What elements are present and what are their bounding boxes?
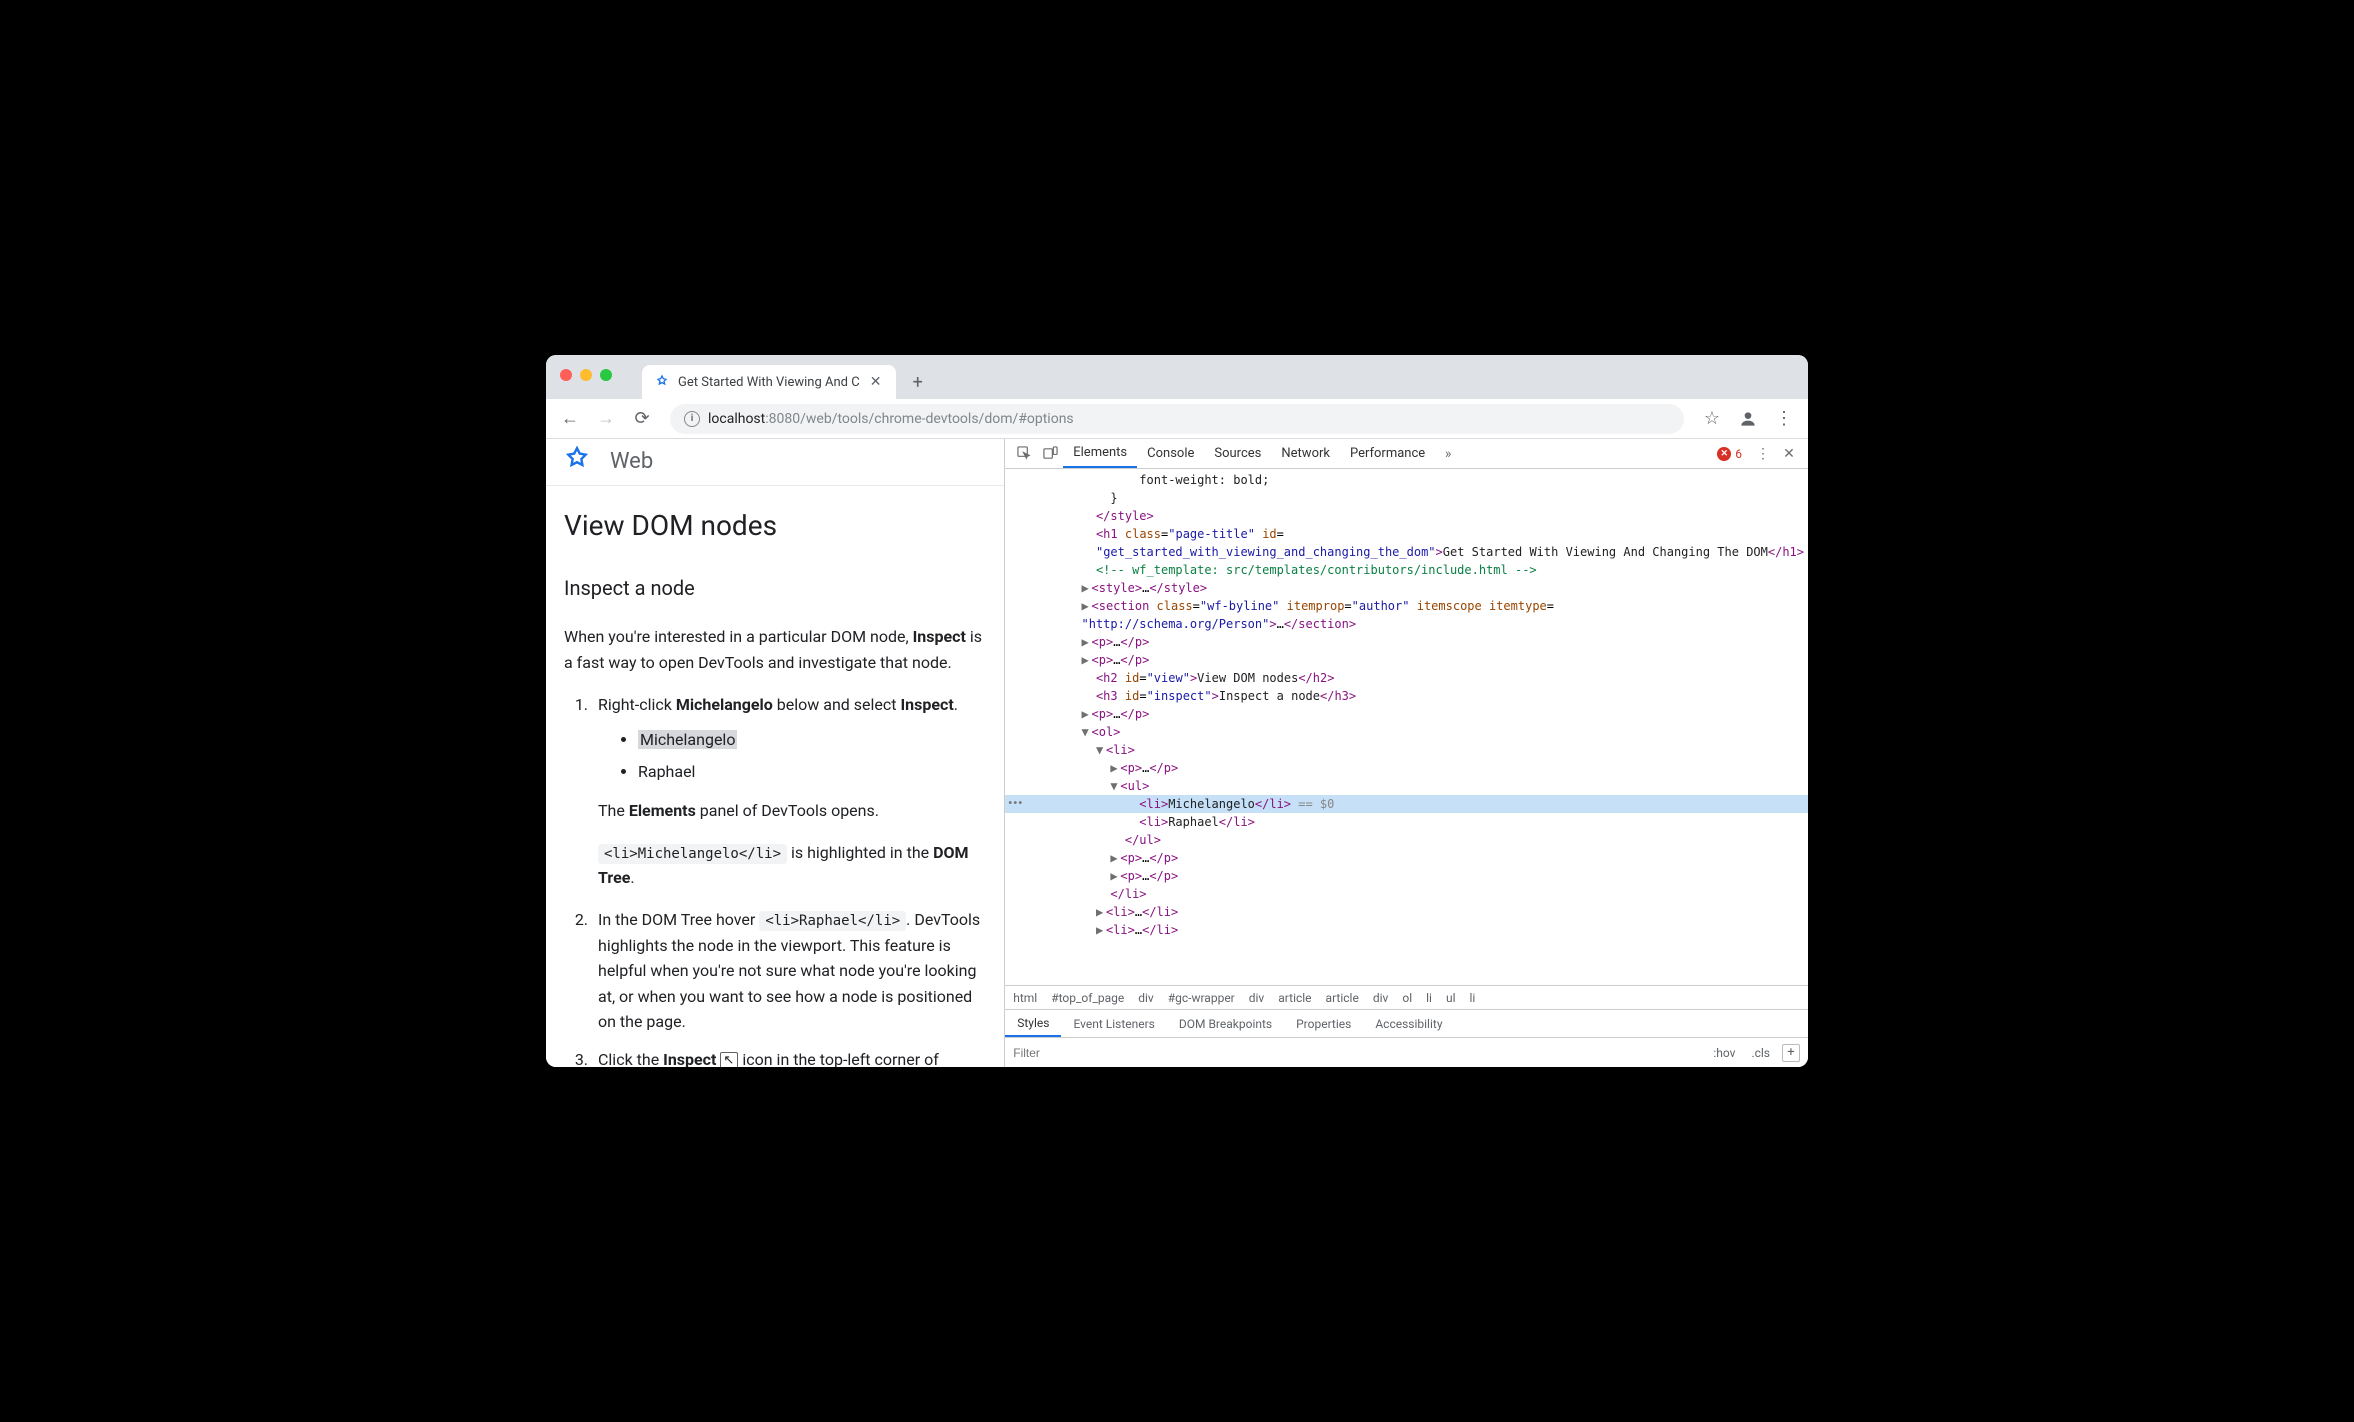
device-toolbar-button[interactable]	[1037, 446, 1063, 461]
error-icon: ✕	[1717, 447, 1731, 461]
site-logo-icon	[564, 446, 590, 478]
inspect-element-button[interactable]	[1011, 446, 1037, 461]
dom-tree[interactable]: font-weight: bold; } </style> <h1 class=…	[1005, 469, 1808, 985]
step-3: Click the Inspect icon in the top-left c…	[592, 1047, 986, 1067]
site-info-icon[interactable]: i	[684, 411, 700, 427]
browser-window: Get Started With Viewing And C ✕ + ← → ⟳…	[546, 355, 1808, 1067]
profile-button[interactable]	[1732, 403, 1764, 435]
close-tab-button[interactable]: ✕	[868, 374, 884, 390]
tab-network[interactable]: Network	[1271, 439, 1340, 468]
browser-tab[interactable]: Get Started With Viewing And C ✕	[642, 365, 896, 399]
browser-menu-button[interactable]: ⋮	[1768, 403, 1800, 435]
crumb[interactable]: article	[1278, 991, 1311, 1005]
step-1-note-a: The Elements panel of DevTools opens.	[598, 798, 986, 824]
subtab-event-listeners[interactable]: Event Listeners	[1061, 1010, 1166, 1037]
more-tabs-button[interactable]: »	[1435, 446, 1461, 462]
bookmark-button[interactable]: ☆	[1696, 403, 1728, 435]
article-h1: View DOM nodes	[564, 504, 986, 549]
close-window-button[interactable]	[560, 369, 572, 381]
breadcrumb-trail[interactable]: html #top_of_page div #gc-wrapper div ar…	[1005, 985, 1808, 1009]
favicon-icon	[654, 374, 670, 390]
crumb[interactable]: div	[1373, 991, 1389, 1005]
inspect-icon	[720, 1052, 738, 1067]
tab-performance[interactable]: Performance	[1340, 439, 1435, 468]
devtools-panel: Elements Console Sources Network Perform…	[1004, 439, 1808, 1067]
tab-title: Get Started With Viewing And C	[678, 375, 860, 390]
maximize-window-button[interactable]	[600, 369, 612, 381]
crumb[interactable]: #top_of_page	[1051, 991, 1124, 1005]
forward-button[interactable]: →	[590, 403, 622, 435]
window-controls	[560, 369, 612, 381]
cls-toggle[interactable]: .cls	[1747, 1046, 1774, 1060]
crumb[interactable]: ol	[1402, 991, 1412, 1005]
content-area: Web View DOM nodes Inspect a node When y…	[546, 439, 1808, 1067]
url-text: localhost:8080/web/tools/chrome-devtools…	[708, 411, 1074, 427]
back-button[interactable]: ←	[554, 403, 586, 435]
reload-button[interactable]: ⟳	[626, 403, 658, 435]
browser-toolbar: ← → ⟳ i localhost:8080/web/tools/chrome-…	[546, 399, 1808, 439]
steps-list: Right-click Michelangelo below and selec…	[564, 692, 986, 1068]
tab-strip: Get Started With Viewing And C ✕ +	[546, 355, 1808, 399]
devtools-menu-button[interactable]: ⋮	[1750, 446, 1776, 462]
site-name: Web	[610, 449, 653, 474]
styles-filter-input[interactable]	[1013, 1046, 1701, 1060]
crumb[interactable]: li	[1426, 991, 1432, 1005]
minimize-window-button[interactable]	[580, 369, 592, 381]
tab-sources[interactable]: Sources	[1204, 439, 1271, 468]
error-count: 6	[1735, 447, 1742, 461]
example-list: Michelangelo Raphael	[598, 727, 986, 784]
crumb[interactable]: div	[1249, 991, 1265, 1005]
example-item-michelangelo[interactable]: Michelangelo	[638, 727, 986, 753]
error-badge[interactable]: ✕ 6	[1709, 447, 1750, 461]
tab-console[interactable]: Console	[1137, 439, 1204, 468]
styles-subtabs: Styles Event Listeners DOM Breakpoints P…	[1005, 1009, 1808, 1037]
crumb[interactable]: ul	[1446, 991, 1456, 1005]
subtab-styles[interactable]: Styles	[1005, 1010, 1061, 1037]
crumb[interactable]: html	[1013, 991, 1037, 1005]
subtab-accessibility[interactable]: Accessibility	[1363, 1010, 1454, 1037]
step-1: Right-click Michelangelo below and selec…	[592, 692, 986, 892]
new-tab-button[interactable]: +	[904, 368, 932, 396]
styles-filter-bar: :hov .cls +	[1005, 1037, 1808, 1067]
address-bar[interactable]: i localhost:8080/web/tools/chrome-devtoo…	[670, 404, 1684, 434]
hov-toggle[interactable]: :hov	[1709, 1046, 1739, 1060]
subtab-properties[interactable]: Properties	[1284, 1010, 1363, 1037]
crumb[interactable]: article	[1326, 991, 1359, 1005]
tab-elements[interactable]: Elements	[1063, 439, 1137, 468]
selected-dom-node[interactable]: <li>Michelangelo</li> == $0	[1005, 795, 1808, 813]
subtab-dom-breakpoints[interactable]: DOM Breakpoints	[1167, 1010, 1284, 1037]
article-h2: Inspect a node	[564, 572, 986, 604]
crumb[interactable]: #gc-wrapper	[1168, 991, 1235, 1005]
intro-paragraph: When you're interested in a particular D…	[564, 624, 986, 675]
step-2: In the DOM Tree hover <li>Raphael</li>. …	[592, 907, 986, 1035]
page-viewport: Web View DOM nodes Inspect a node When y…	[546, 439, 1004, 1067]
article-body: View DOM nodes Inspect a node When you'r…	[546, 486, 1004, 1067]
new-style-rule-button[interactable]: +	[1782, 1044, 1800, 1062]
devtools-tabs: Elements Console Sources Network Perform…	[1005, 439, 1808, 469]
site-header: Web	[546, 439, 1004, 486]
crumb[interactable]: div	[1138, 991, 1154, 1005]
step-1-note-b: <li>Michelangelo</li> is highlighted in …	[598, 840, 986, 891]
devtools-close-button[interactable]: ✕	[1776, 446, 1802, 462]
crumb[interactable]: li	[1470, 991, 1476, 1005]
example-item-raphael[interactable]: Raphael	[638, 759, 986, 785]
